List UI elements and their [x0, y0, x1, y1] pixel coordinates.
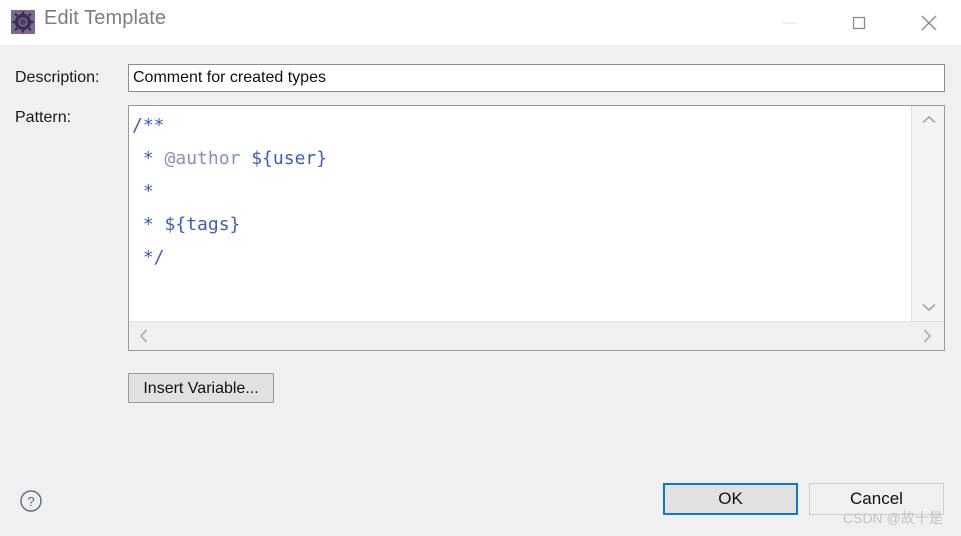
- pattern-label: Pattern:: [15, 109, 72, 126]
- code-token: /**: [132, 115, 165, 136]
- edit-template-dialog: Edit Template Description: Pattern: /** …: [0, 0, 961, 536]
- dialog-body: Description: Pattern: /** * @author ${us…: [0, 45, 961, 536]
- title-bar: Edit Template: [0, 0, 961, 45]
- insert-variable-button[interactable]: Insert Variable...: [128, 373, 274, 403]
- pattern-horizontal-scrollbar[interactable]: [129, 321, 944, 350]
- close-button[interactable]: [903, 0, 955, 45]
- code-token: *: [132, 214, 165, 235]
- code-token: @author: [164, 148, 241, 169]
- maximize-button[interactable]: [833, 0, 885, 45]
- chevron-right-icon[interactable]: [912, 322, 942, 350]
- chevron-down-icon[interactable]: [912, 293, 945, 321]
- cancel-button[interactable]: Cancel: [809, 483, 944, 515]
- chevron-left-icon[interactable]: [129, 322, 159, 350]
- chevron-up-icon[interactable]: [912, 106, 945, 134]
- svg-text:?: ?: [27, 494, 34, 509]
- template-gear-icon: [11, 10, 35, 34]
- code-token: *: [132, 181, 154, 202]
- pattern-code-area[interactable]: /** * @author ${user} * * ${tags} */: [129, 106, 911, 321]
- help-icon[interactable]: ?: [19, 489, 43, 513]
- window-title: Edit Template: [44, 7, 167, 29]
- description-input[interactable]: [128, 64, 945, 92]
- description-label: Description:: [15, 69, 100, 86]
- code-token: ${user}: [251, 148, 328, 169]
- code-token: */: [132, 247, 165, 268]
- code-token: ${tags}: [164, 214, 241, 235]
- ok-button[interactable]: OK: [663, 483, 798, 515]
- pattern-vertical-scrollbar[interactable]: [911, 106, 944, 321]
- code-token: *: [132, 148, 165, 169]
- pattern-editor[interactable]: /** * @author ${user} * * ${tags} */: [128, 105, 945, 351]
- minimize-button[interactable]: [763, 0, 815, 45]
